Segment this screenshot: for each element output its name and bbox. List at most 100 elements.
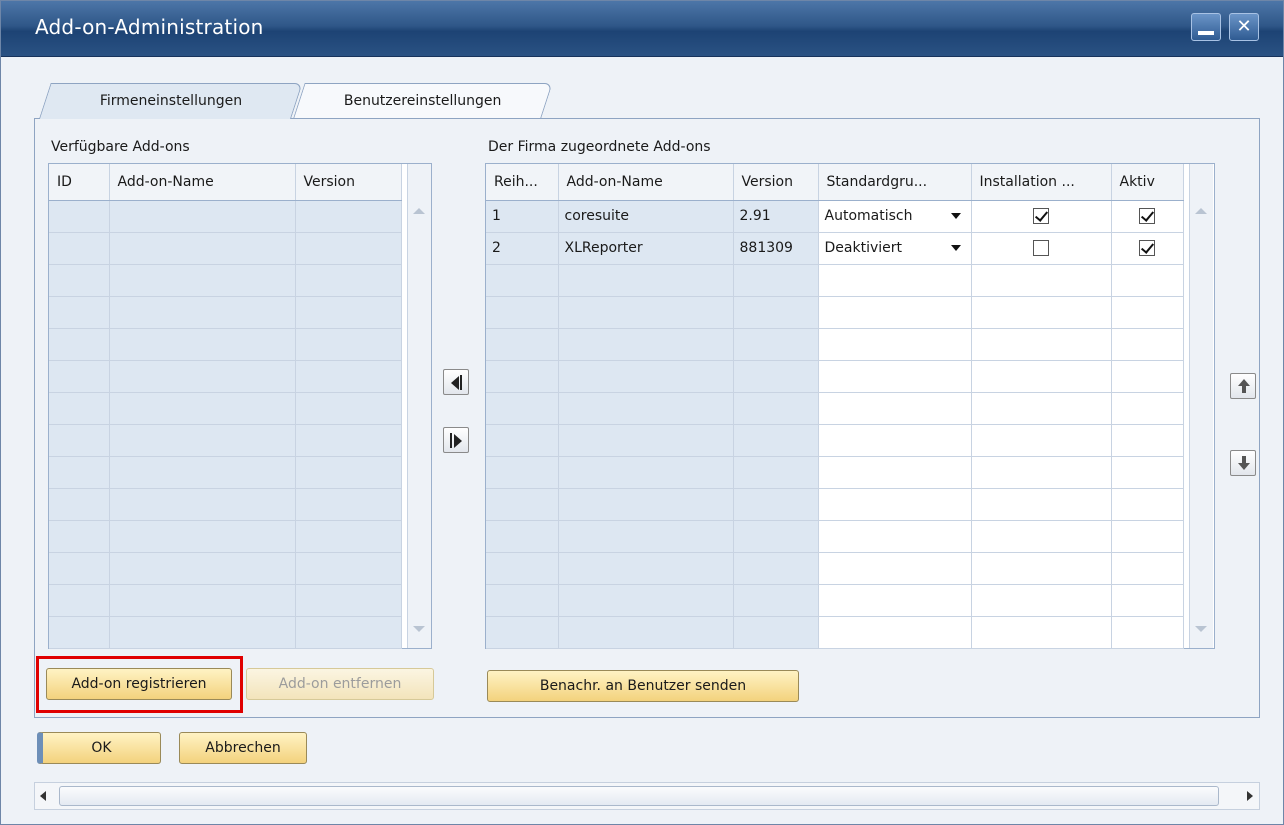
table-row[interactable] [49,520,402,553]
active-cell[interactable] [1111,616,1184,649]
table-row[interactable] [486,552,1184,585]
standard-group-cell[interactable] [818,552,972,585]
table-cell[interactable] [49,232,110,265]
standard-group-value[interactable]: Automatisch [825,208,913,224]
available-addons-grid[interactable]: ID Add-on-Name Version [48,163,432,649]
scroll-left-icon[interactable] [40,791,46,801]
installation-cell[interactable] [971,456,1112,489]
table-cell[interactable] [109,200,296,233]
remove-addon-button[interactable]: Add-on entfernen [246,668,434,700]
table-row[interactable] [486,296,1184,329]
standard-group-cell[interactable] [818,424,972,457]
table-cell[interactable] [295,552,402,585]
addon-name-cell[interactable] [558,616,734,649]
table-cell[interactable] [295,584,402,617]
column-header-standard-group[interactable]: Standardgru... [818,164,972,201]
column-header-row[interactable]: Reih... [486,164,559,201]
active-cell[interactable] [1111,456,1184,489]
column-header-name[interactable]: Add-on-Name [558,164,734,201]
table-row[interactable] [49,360,402,393]
active-checkbox[interactable] [1139,208,1155,224]
standard-group-cell[interactable] [818,488,972,521]
table-row[interactable] [49,264,402,297]
table-row[interactable] [486,488,1184,521]
column-header-active[interactable]: Aktiv [1111,164,1184,201]
table-row[interactable] [49,296,402,329]
table-cell[interactable] [295,424,402,457]
tab-benutzereinstellungen[interactable]: Benutzereinstellungen [293,83,553,119]
scroll-down-icon[interactable] [1195,626,1207,632]
addon-name-cell[interactable] [558,584,734,617]
standard-group-cell[interactable] [818,328,972,361]
standard-group-cell[interactable]: Deaktiviert [818,232,972,265]
addon-name-cell[interactable] [558,328,734,361]
table-cell[interactable] [49,488,110,521]
table-cell[interactable] [109,392,296,425]
dropdown-arrow-icon[interactable] [950,212,961,219]
move-up-button[interactable] [1230,373,1256,399]
standard-group-cell[interactable] [818,616,972,649]
addon-name-cell[interactable] [558,264,734,297]
table-cell[interactable] [295,296,402,329]
column-header-id[interactable]: ID [49,164,110,201]
version-cell[interactable] [733,296,819,329]
version-cell[interactable] [733,616,819,649]
table-row[interactable] [49,200,402,233]
table-cell[interactable] [295,264,402,297]
table-cell[interactable] [109,456,296,489]
row-number-cell[interactable]: 2 [486,232,559,265]
active-cell[interactable] [1111,264,1184,297]
move-down-button[interactable] [1230,450,1256,476]
version-cell[interactable] [733,488,819,521]
active-cell[interactable] [1111,584,1184,617]
standard-group-value[interactable]: Deaktiviert [825,240,903,256]
addon-name-cell[interactable] [558,392,734,425]
installation-cell[interactable] [971,392,1112,425]
ok-button[interactable]: OK [37,732,161,764]
version-cell[interactable] [733,264,819,297]
version-cell[interactable] [733,424,819,457]
addon-name-cell[interactable] [558,520,734,553]
table-cell[interactable] [109,296,296,329]
table-cell[interactable] [49,616,110,649]
table-row[interactable] [49,584,402,617]
table-cell[interactable] [109,584,296,617]
table-cell[interactable] [49,392,110,425]
standard-group-cell[interactable] [818,456,972,489]
addon-name-cell[interactable] [558,488,734,521]
installation-cell[interactable] [971,424,1112,457]
table-row[interactable] [486,424,1184,457]
cancel-button[interactable]: Abbrechen [179,732,307,764]
active-cell[interactable] [1111,200,1184,233]
scroll-up-icon[interactable] [1195,208,1207,214]
table-row[interactable] [486,360,1184,393]
active-cell[interactable] [1111,392,1184,425]
installation-cell[interactable] [971,520,1112,553]
table-cell[interactable] [49,584,110,617]
table-row[interactable] [49,488,402,521]
scroll-down-icon[interactable] [413,626,425,632]
table-cell[interactable] [295,520,402,553]
active-cell[interactable] [1111,296,1184,329]
active-cell[interactable] [1111,520,1184,553]
active-cell[interactable] [1111,360,1184,393]
table-cell[interactable] [109,424,296,457]
installation-cell[interactable] [971,296,1112,329]
table-cell[interactable] [295,200,402,233]
table-cell[interactable] [109,616,296,649]
table-cell[interactable] [295,328,402,361]
installation-cell[interactable] [971,264,1112,297]
row-number-cell[interactable] [486,552,559,585]
addon-name-cell[interactable]: XLReporter [558,232,734,265]
version-cell[interactable] [733,360,819,393]
table-cell[interactable] [295,456,402,489]
active-cell[interactable] [1111,424,1184,457]
row-number-cell[interactable] [486,424,559,457]
addon-name-cell[interactable] [558,360,734,393]
standard-group-cell[interactable] [818,264,972,297]
table-cell[interactable] [49,552,110,585]
table-cell[interactable] [49,360,110,393]
installation-cell[interactable] [971,200,1112,233]
version-cell[interactable]: 2.91 [733,200,819,233]
table-cell[interactable] [49,328,110,361]
